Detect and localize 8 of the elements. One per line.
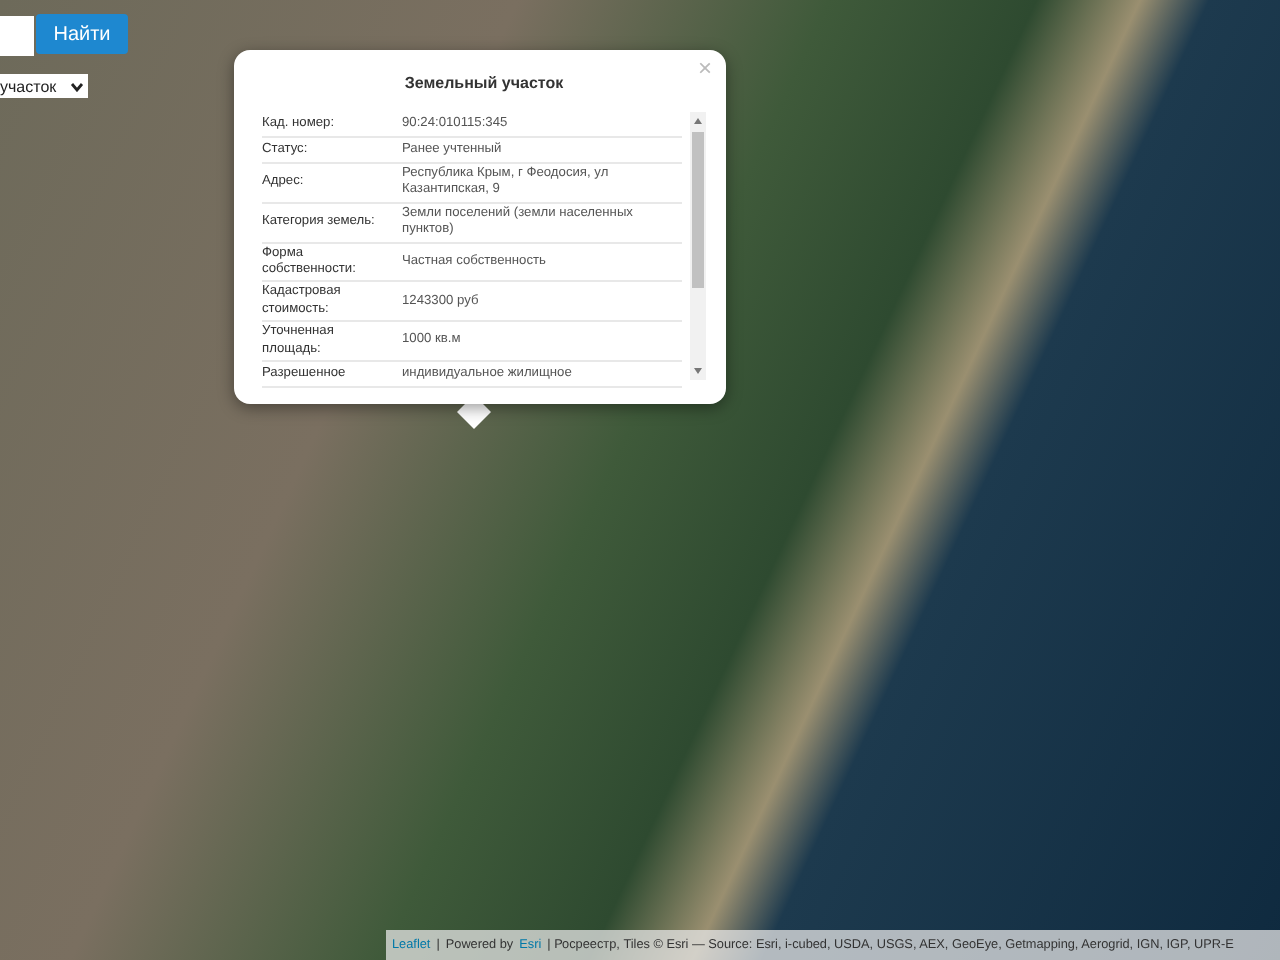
- type-select[interactable]: участок: [0, 74, 88, 98]
- popup-title: Земельный участок: [402, 74, 566, 92]
- search-field[interactable]: [0, 16, 34, 56]
- scrollbar[interactable]: [690, 112, 706, 380]
- search-button[interactable]: Найти: [36, 14, 128, 54]
- close-icon[interactable]: ×: [697, 54, 712, 82]
- chevron-icon: [70, 81, 84, 91]
- satellite-map[interactable]: [0, 0, 1280, 960]
